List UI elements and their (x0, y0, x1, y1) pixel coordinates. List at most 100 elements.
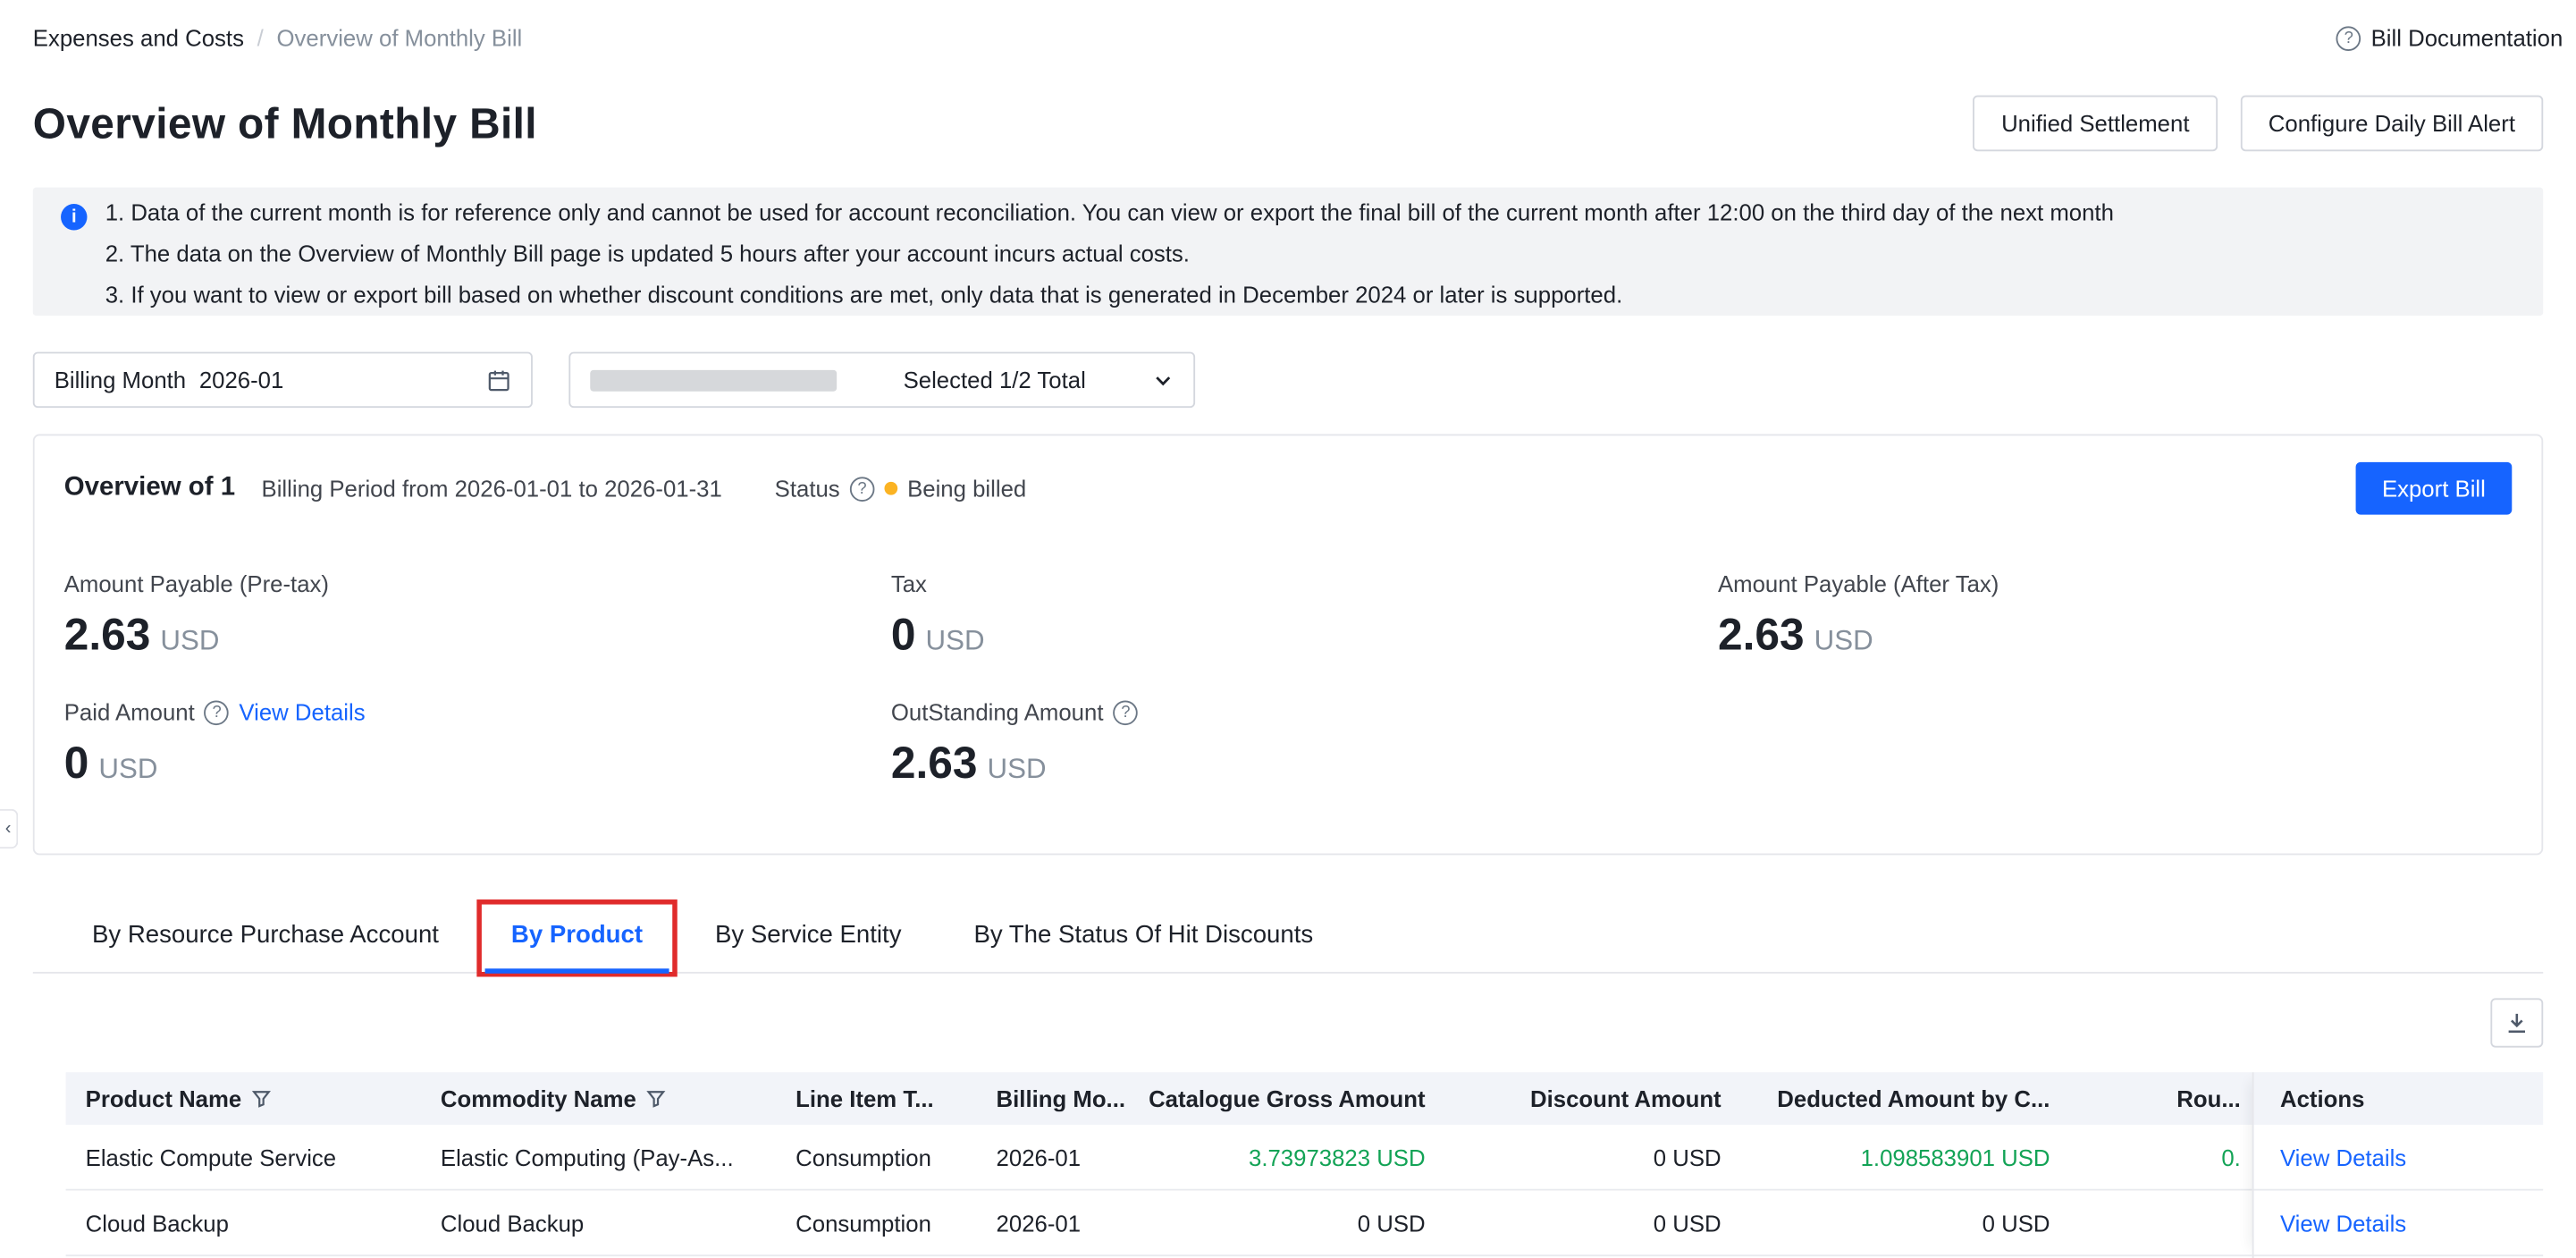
status-label: Status (775, 476, 840, 502)
unified-settlement-button[interactable]: Unified Settlement (1974, 96, 2218, 152)
question-circle-icon: ? (2336, 26, 2361, 51)
cell-catalogue-gross-amount: 3.73973823 USD (1141, 1144, 1444, 1169)
stat-value: 0 (891, 610, 916, 661)
stat-outstanding-amount: OutStanding Amount ? 2.63 USD (891, 696, 1138, 789)
stat-unit: USD (98, 753, 157, 786)
cell-product-name: Elastic Compute Service (66, 1144, 421, 1169)
billing-month-label: Billing Month (55, 367, 186, 393)
notice-banner: i 1. Data of the current month is for re… (33, 188, 2543, 316)
breadcrumb: Expenses and Costs / Overview of Monthly… (33, 25, 523, 51)
page-title: Overview of Monthly Bill (33, 97, 537, 148)
column-label: Deducted Amount by C... (1777, 1085, 2050, 1111)
status-dot-icon (884, 482, 897, 495)
stat-paid-amount: Paid Amount ? View Details 0 USD (64, 696, 366, 789)
filter-funnel-icon[interactable] (646, 1089, 666, 1109)
filter-funnel-icon[interactable] (251, 1089, 271, 1109)
cell-discount-amount: 0 USD (1445, 1210, 1741, 1236)
cell-catalogue-gross-amount: 0 USD (1141, 1210, 1444, 1236)
view-details-link[interactable]: View Details (2280, 1144, 2406, 1169)
tab-by-the-status-of-hit-discounts[interactable]: By The Status Of Hit Discounts (947, 898, 1340, 972)
stat-value: 2.63 (891, 739, 978, 789)
breadcrumb-bar: Expenses and Costs / Overview of Monthly… (33, 25, 2563, 51)
sidebar-collapse-handle[interactable]: ‹ (0, 809, 18, 849)
configure-daily-bill-alert-button[interactable]: Configure Daily Bill Alert (2241, 96, 2544, 152)
download-table-button[interactable] (2490, 998, 2543, 1047)
info-circle-icon: i (61, 204, 87, 230)
column-label: Line Item T... (796, 1085, 934, 1111)
cell-commodity-name: Cloud Backup (421, 1210, 776, 1236)
billing-console-page: Expenses and Costs / Overview of Monthly… (0, 0, 2576, 1258)
view-details-link[interactable]: View Details (2280, 1210, 2406, 1236)
stat-amount-payable-pretax: Amount Payable (Pre-tax) 2.63 USD (64, 568, 329, 662)
notice-line-3: 3. If you want to view or export bill ba… (105, 274, 2517, 316)
column-catalogue-gross-amount: Catalogue Gross Amount (1141, 1085, 1444, 1111)
download-icon (2505, 1011, 2529, 1034)
column-label: Billing Mo... (997, 1085, 1125, 1111)
column-label: Rou... (2176, 1085, 2241, 1111)
billing-month-select[interactable]: Billing Month 2026-01 (33, 352, 533, 409)
stat-value: 2.63 (1718, 610, 1805, 661)
cell-line-item-type: Consumption (776, 1144, 976, 1169)
column-rounded: Rou... (2070, 1085, 2260, 1111)
column-billing-month: Billing Mo... (976, 1085, 1141, 1111)
table-row: Elastic Compute Service Elastic Computin… (66, 1125, 2544, 1191)
status-value: Being billed (907, 476, 1026, 502)
breadcrumb-current: Overview of Monthly Bill (277, 25, 523, 51)
stat-amount-payable-aftertax: Amount Payable (After Tax) 2.63 USD (1718, 568, 1999, 662)
cell-commodity-name: Elastic Computing (Pay-As... (421, 1144, 776, 1169)
billing-month-text: Billing Month 2026-01 (55, 367, 284, 393)
breadcrumb-parent[interactable]: Expenses and Costs (33, 25, 244, 51)
paid-amount-view-details-link[interactable]: View Details (239, 699, 365, 725)
stat-label: Paid Amount (64, 699, 195, 725)
bill-documentation-label: Bill Documentation (2371, 25, 2563, 51)
table-header-row: Product Name Commodity Name Line Item T.… (66, 1072, 2544, 1125)
paid-amount-help-icon[interactable]: ? (205, 700, 230, 725)
tab-by-product-label: By Product (511, 921, 643, 949)
cell-product-name: Cloud Backup (66, 1210, 421, 1236)
stat-value: 2.63 (64, 610, 151, 661)
overview-card: Overview of 1 Billing Period from 2026-0… (33, 435, 2543, 856)
overview-title: Overview of 1 (64, 474, 235, 503)
title-row: Overview of Monthly Bill Unified Settlem… (33, 92, 2543, 155)
account-selected-count: Selected 1/2 Total (904, 367, 1086, 393)
filter-bar: Billing Month 2026-01 Selected 1/2 Total (33, 352, 1195, 409)
tab-by-service-entity[interactable]: By Service Entity (689, 898, 928, 972)
pinned-actions-column: Actions View Details View Details (2252, 1072, 2544, 1258)
stat-label: Amount Payable (After Tax) (1718, 570, 1999, 596)
stat-value: 0 (64, 739, 89, 789)
chevron-down-icon (1152, 369, 1174, 391)
column-actions: Actions (2254, 1072, 2544, 1125)
notice-line-2: 2. The data on the Overview of Monthly B… (105, 233, 2517, 274)
cell-billing-month: 2026-01 (976, 1210, 1141, 1236)
actions-cell: View Details (2254, 1125, 2544, 1191)
cell-billing-month: 2026-01 (976, 1144, 1141, 1169)
export-bill-button[interactable]: Export Bill (2356, 462, 2513, 515)
cell-rounded: 0. (2070, 1144, 2260, 1169)
table-row: Cloud Backup Cloud Backup Consumption 20… (66, 1191, 2544, 1257)
billing-month-value: 2026-01 (199, 367, 284, 393)
cell-discount-amount: 0 USD (1445, 1144, 1741, 1169)
bill-documentation-link[interactable]: ? Bill Documentation (2336, 25, 2563, 51)
stat-label: OutStanding Amount (891, 699, 1104, 725)
outstanding-amount-help-icon[interactable]: ? (1114, 700, 1139, 725)
cell-line-item-type: Consumption (776, 1210, 976, 1236)
column-label: Catalogue Gross Amount (1149, 1085, 1426, 1111)
tab-by-resource-purchase-account[interactable]: By Resource Purchase Account (66, 898, 466, 972)
column-label: Product Name (86, 1085, 242, 1111)
column-discount-amount: Discount Amount (1445, 1085, 1741, 1111)
tab-by-product[interactable]: By Product (484, 898, 669, 972)
column-commodity-name[interactable]: Commodity Name (421, 1085, 776, 1111)
stat-unit: USD (988, 753, 1047, 786)
account-select[interactable]: Selected 1/2 Total (568, 352, 1195, 409)
redacted-account-name (590, 369, 837, 391)
actions-cell: View Details (2254, 1191, 2544, 1257)
column-line-item-type: Line Item T... (776, 1085, 976, 1111)
status-help-icon[interactable]: ? (850, 476, 875, 501)
column-label: Discount Amount (1530, 1085, 1722, 1111)
billing-period-text: Billing Period from 2026-01-01 to 2026-0… (262, 476, 722, 502)
column-product-name[interactable]: Product Name (66, 1085, 421, 1111)
bill-table: Product Name Commodity Name Line Item T.… (66, 1072, 2544, 1258)
stat-label: Amount Payable (Pre-tax) (64, 570, 329, 596)
bill-tabs: By Resource Purchase Account By Product … (33, 898, 2543, 974)
stat-unit: USD (926, 625, 985, 658)
